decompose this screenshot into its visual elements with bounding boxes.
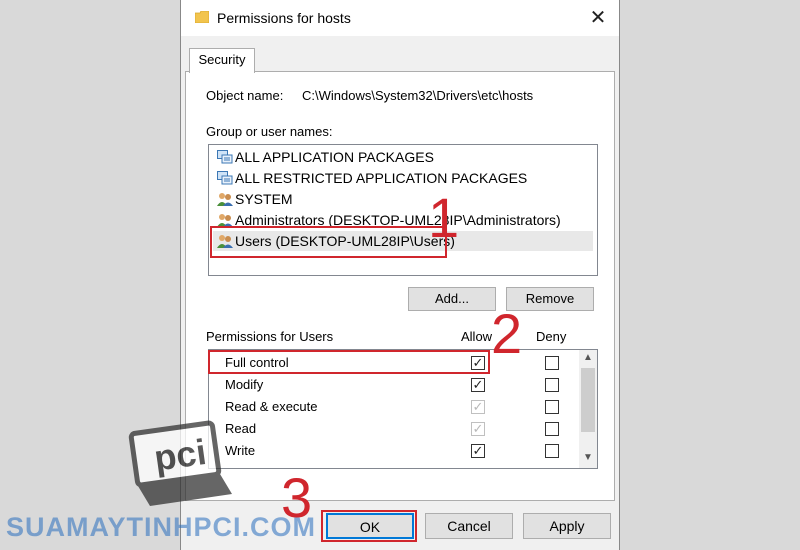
list-item-all-restricted-packages[interactable]: ALL RESTRICTED APPLICATION PACKAGES [213, 168, 593, 188]
perm-row-read: Read ✓ [209, 418, 577, 440]
object-name-value: C:\Windows\System32\Drivers\etc\hosts [302, 88, 534, 103]
perm-row-read-execute: Read & execute ✓ [209, 396, 577, 418]
step-2-label: 2 [491, 302, 523, 365]
security-panel: Object name: C:\Windows\System32\Drivers… [185, 71, 615, 501]
list-item-all-application-packages[interactable]: ALL APPLICATION PACKAGES [213, 147, 593, 167]
folder-icon [195, 11, 209, 23]
ok-button[interactable]: OK [326, 513, 414, 539]
perm-row-modify: Modify ✓ [209, 374, 577, 396]
scroll-thumb[interactable] [581, 368, 595, 432]
cancel-button[interactable]: Cancel [425, 513, 513, 539]
allow-column-header: Allow [461, 329, 493, 344]
deny-checkbox-full-control[interactable] [545, 356, 559, 370]
permissions-scrollbar[interactable]: ▲ ▼ [579, 350, 597, 468]
highlight-full-control [208, 350, 490, 374]
deny-checkbox-read[interactable] [545, 422, 559, 436]
tab-security[interactable]: Security [189, 48, 255, 73]
deny-checkbox-read-execute[interactable] [545, 400, 559, 414]
group-names-label: Group or user names: [206, 124, 333, 139]
allow-checkbox-write[interactable]: ✓ [471, 444, 485, 458]
scroll-down-arrow-icon[interactable]: ▼ [579, 450, 597, 466]
title-bar: Permissions for hosts ✕ [181, 0, 619, 36]
users-icon [217, 214, 233, 227]
deny-column-header: Deny [536, 329, 567, 344]
close-button[interactable]: ✕ [585, 6, 611, 30]
svg-text:pci: pci [152, 431, 209, 479]
package-group-icon [217, 171, 233, 185]
allow-checkbox-read: ✓ [471, 421, 485, 436]
window-title: Permissions for hosts [217, 10, 351, 26]
deny-checkbox-modify[interactable] [545, 378, 559, 392]
package-group-icon [217, 150, 233, 164]
permissions-dialog: Permissions for hosts ✕ Security Object … [180, 0, 620, 550]
highlight-users-item [210, 226, 447, 258]
watermark-text: SUAMAYTINHPCI.COM [6, 512, 317, 542]
scroll-up-arrow-icon[interactable]: ▲ [579, 350, 597, 366]
step-1-label: 1 [428, 186, 460, 249]
permissions-header: Permissions for Users [206, 329, 334, 344]
apply-button[interactable]: Apply [523, 513, 611, 539]
users-icon [217, 193, 233, 206]
object-name-label: Object name: [206, 88, 284, 103]
deny-checkbox-write[interactable] [545, 444, 559, 458]
pci-logo-icon: pci [128, 420, 232, 506]
add-button[interactable]: Add... [408, 287, 496, 311]
allow-checkbox-read-execute: ✓ [471, 399, 485, 414]
allow-checkbox-modify[interactable]: ✓ [471, 378, 485, 392]
list-item-system[interactable]: SYSTEM [213, 189, 593, 209]
perm-row-write: Write ✓ [209, 440, 577, 462]
